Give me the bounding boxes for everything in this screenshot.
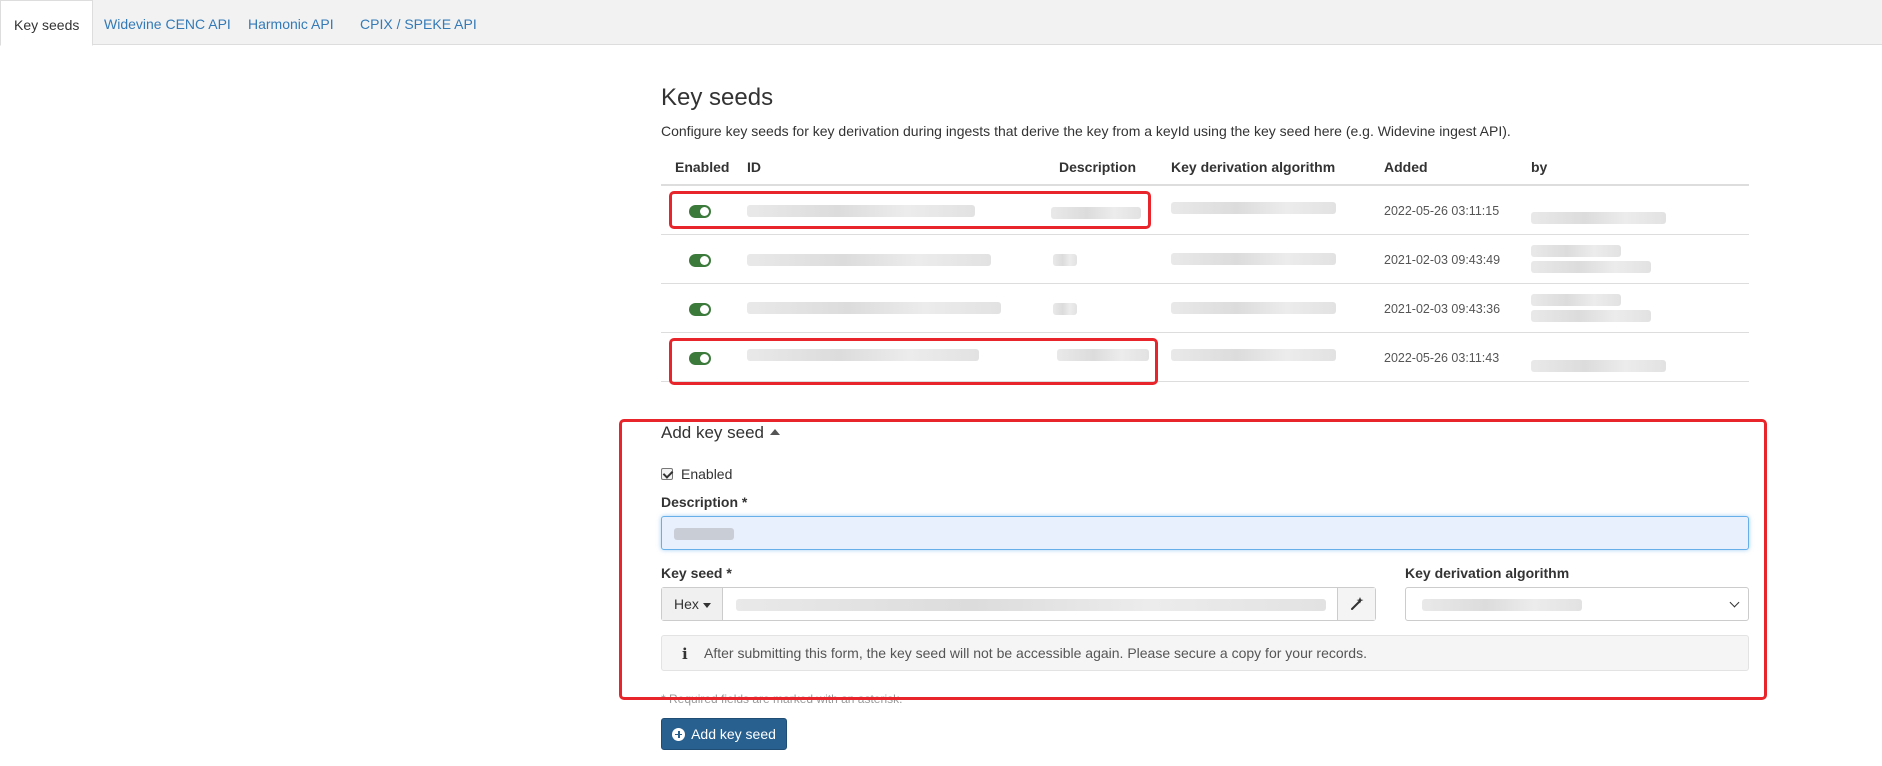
annotation-box-row-1 <box>669 191 1151 229</box>
col-id: ID <box>747 159 761 175</box>
col-enabled: Enabled <box>675 159 730 175</box>
enabled-toggle[interactable] <box>689 303 711 316</box>
tab-key-seeds[interactable]: Key seeds <box>0 0 94 46</box>
enabled-toggle[interactable] <box>689 254 711 267</box>
redacted-description <box>1053 303 1077 315</box>
redacted-user <box>1531 294 1621 306</box>
redacted-description <box>1053 254 1077 266</box>
col-added: Added <box>1384 159 1428 175</box>
col-by: by <box>1531 159 1548 175</box>
redacted-user <box>1531 261 1651 273</box>
redacted-user <box>1531 212 1666 224</box>
redacted-user <box>1531 360 1666 372</box>
page-description: Configure key seeds for key derivation d… <box>661 123 1511 139</box>
plus-circle-icon <box>672 727 686 741</box>
redacted-id <box>747 302 1001 314</box>
col-algorithm: Key derivation algorithm <box>1171 159 1336 175</box>
added-date: 2022-05-26 03:11:15 <box>1384 204 1500 218</box>
tab-harmonic-api[interactable]: Harmonic API <box>235 0 347 46</box>
page-title: Key seeds <box>661 84 774 111</box>
redacted-id <box>747 254 991 266</box>
annotation-box-form <box>619 419 1767 700</box>
tab-cpix-speke-api[interactable]: CPIX / SPEKE API <box>347 0 490 46</box>
table-row[interactable]: 2021-02-03 09:43:36 <box>661 284 1749 333</box>
redacted-user <box>1531 245 1621 257</box>
redacted-algorithm <box>1171 253 1336 265</box>
added-date: 2021-02-03 09:43:49 <box>1384 253 1501 267</box>
redacted-algorithm <box>1171 202 1336 214</box>
col-description: Description <box>1059 159 1137 175</box>
tab-bar: Key seeds Widevine CENC API Harmonic API… <box>0 0 1882 46</box>
added-date: 2021-02-03 09:43:36 <box>1384 302 1501 316</box>
redacted-algorithm <box>1171 349 1336 361</box>
add-key-seed-button[interactable]: Add key seed <box>661 718 787 750</box>
redacted-algorithm <box>1171 302 1336 314</box>
annotation-box-row-4 <box>669 338 1158 385</box>
added-date: 2022-05-26 03:11:43 <box>1384 351 1500 365</box>
redacted-user <box>1531 310 1651 322</box>
table-row[interactable]: 2021-02-03 09:43:49 <box>661 235 1749 284</box>
add-key-seed-button-label: Add key seed <box>691 726 776 742</box>
table-header: Enabled ID Description Key derivation al… <box>661 154 1749 186</box>
tab-widevine-cenc-api[interactable]: Widevine CENC API <box>91 0 244 46</box>
